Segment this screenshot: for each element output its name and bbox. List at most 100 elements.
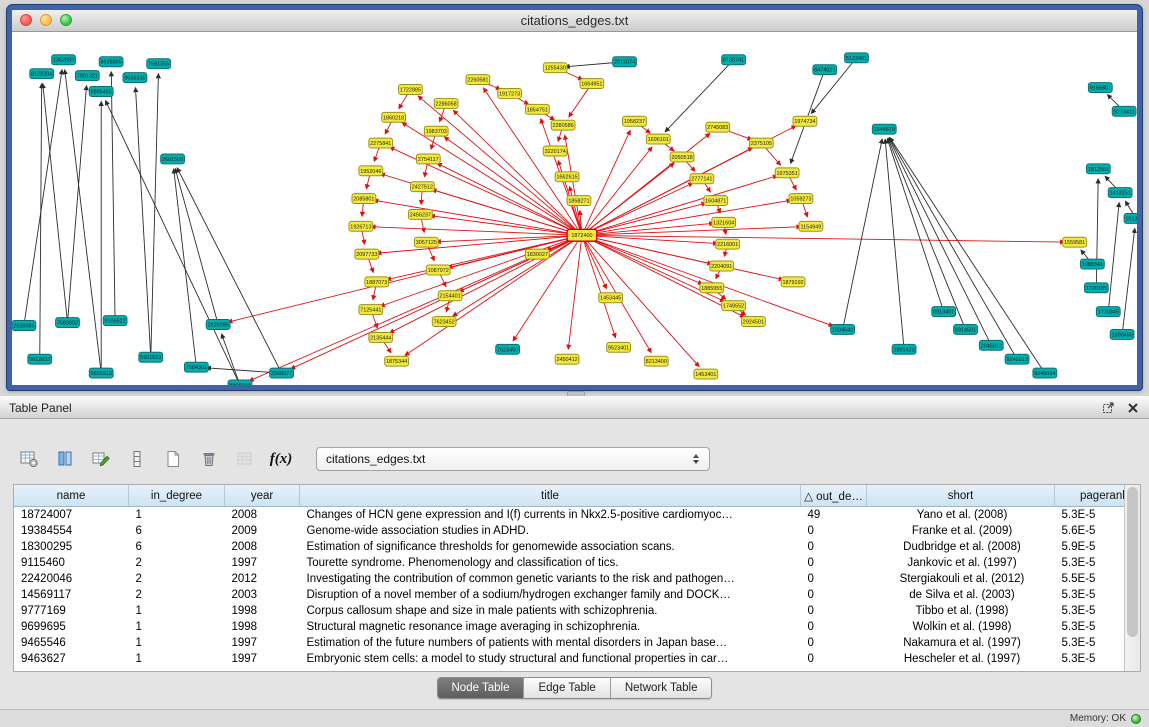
citation-edge-black[interactable]	[43, 84, 68, 323]
graph-node[interactable]: 9012633	[28, 354, 52, 364]
graph-node[interactable]: 8895403	[228, 380, 252, 385]
citation-edge-red[interactable]	[228, 235, 582, 322]
table-mode-icon[interactable]	[14, 445, 44, 473]
graph-node[interactable]: 8474021	[813, 65, 837, 75]
graph-node[interactable]: 1722885	[399, 85, 423, 95]
table-row[interactable]: 1830029562008Estimation of significance …	[14, 539, 1124, 555]
graph-node[interactable]: 9038335	[123, 73, 147, 83]
column-header-name[interactable]: name	[14, 485, 129, 507]
citation-edge-red[interactable]	[582, 235, 783, 279]
graph-node[interactable]: 2427512	[410, 182, 434, 192]
graph-node[interactable]: 2050518	[670, 152, 694, 162]
float-panel-icon[interactable]	[1102, 401, 1115, 414]
table-row[interactable]: 946362711997Embryonic stem cells: a mode…	[14, 651, 1124, 667]
graph-node[interactable]: 2456237	[408, 209, 432, 219]
minimize-button[interactable]	[40, 14, 52, 26]
column-header-in_degree[interactable]: in_degree	[129, 485, 225, 507]
network-window-titlebar[interactable]: citations_edges.txt	[12, 10, 1137, 32]
citation-edge-black[interactable]	[24, 70, 62, 326]
graph-node[interactable]: 7583602	[56, 318, 80, 328]
table-row[interactable]: 1456911722003Disruption of a novel membe…	[14, 587, 1124, 603]
graph-node[interactable]: 5901523	[139, 352, 163, 362]
graph-node[interactable]: 2260581	[466, 75, 490, 85]
close-panel-icon[interactable]	[1127, 402, 1139, 414]
graph-node[interactable]: 1879192	[781, 277, 805, 287]
edit-table-icon[interactable]	[86, 445, 116, 473]
table-row[interactable]: 911546021997Tourette syndrome. Phenomeno…	[14, 555, 1124, 571]
graph-node[interactable]: 7623450	[496, 344, 520, 354]
network-canvas[interactable]: 8128304135288379013218628395903833575813…	[12, 32, 1137, 385]
graph-node[interactable]: 2216001	[716, 239, 740, 249]
graph-node[interactable]: 1664951	[580, 79, 604, 89]
graph-node[interactable]: 1696101	[646, 134, 670, 144]
table-row[interactable]: 977716911998Corpus callosum shape and si…	[14, 603, 1124, 619]
citation-edge-red[interactable]	[582, 227, 801, 236]
graph-node[interactable]: 1770345	[1096, 307, 1120, 317]
graph-node[interactable]: 2154401	[438, 291, 462, 301]
graph-node[interactable]: 2275841	[369, 138, 393, 148]
graph-node[interactable]: 1926713	[349, 221, 373, 231]
delete-column-icon[interactable]	[194, 445, 224, 473]
graph-node[interactable]: 2777141	[690, 174, 714, 184]
graph-node[interactable]: 2745083	[706, 122, 730, 132]
graph-node[interactable]: 1255430	[543, 63, 567, 73]
graph-node[interactable]: 8628395	[99, 57, 123, 67]
citation-edge-black[interactable]	[105, 100, 240, 385]
graph-node[interactable]: 1974734	[793, 116, 817, 126]
graph-node[interactable]: 9273411	[1112, 106, 1136, 116]
graph-node[interactable]: 8914501	[954, 325, 978, 335]
graph-node[interactable]: 1812581	[1086, 164, 1110, 174]
graph-node[interactable]: 1088341	[1081, 259, 1105, 269]
column-header-pagerank[interactable]: pagerank	[1055, 485, 1125, 507]
graph-node[interactable]: 1453401	[694, 369, 718, 379]
graph-node[interactable]: 1321604	[712, 217, 736, 227]
graph-node[interactable]: 1944879	[872, 124, 896, 134]
tab-node-table[interactable]: Node Table	[438, 678, 524, 698]
graph-node[interactable]: 1513456	[1124, 213, 1137, 223]
graph-node[interactable]: 8913401	[932, 307, 956, 317]
graph-node[interactable]: 8213400	[644, 356, 668, 366]
graph-node[interactable]: 1604871	[704, 196, 728, 206]
tab-network-table[interactable]: Network Table	[610, 678, 712, 698]
graph-node[interactable]: 2280586	[551, 120, 575, 130]
scrollbar-thumb[interactable]	[1127, 487, 1138, 637]
graph-node[interactable]: 8130741	[722, 55, 746, 65]
citation-edge-black[interactable]	[177, 168, 282, 373]
citation-edge-red[interactable]	[582, 235, 703, 284]
citation-edge-red[interactable]	[582, 235, 616, 338]
import-table-icon[interactable]	[230, 445, 260, 473]
column-header-year[interactable]: year	[225, 485, 300, 507]
graph-node[interactable]: 1885955	[700, 283, 724, 293]
graph-node[interactable]: 7684301	[184, 362, 208, 372]
citation-edge-red[interactable]	[582, 200, 791, 235]
citation-edge-black[interactable]	[135, 88, 150, 358]
graph-node[interactable]: 2286058	[434, 98, 458, 108]
graph-node[interactable]: 1975351	[775, 168, 799, 178]
graph-node[interactable]: 1917273	[498, 89, 522, 99]
table-row[interactable]: 2242004622012Investigating the contribut…	[14, 571, 1124, 587]
citation-edge-black[interactable]	[887, 139, 943, 312]
graph-node[interactable]: 2204091	[710, 261, 734, 271]
citation-edge-red[interactable]	[453, 235, 582, 316]
function-builder-icon[interactable]: f(x)	[266, 445, 296, 473]
graph-node[interactable]: 2135444	[369, 332, 393, 342]
graph-node[interactable]: 1854751	[525, 104, 549, 114]
citation-edge-red[interactable]	[582, 203, 706, 235]
graph-node[interactable]: 1983703	[424, 126, 448, 136]
graph-node[interactable]: 1559581	[1063, 237, 1087, 247]
graph-node[interactable]: 2375105	[749, 138, 773, 148]
graph-hub-node[interactable]: 1872400	[567, 229, 597, 241]
citation-edge-red[interactable]	[380, 235, 582, 306]
graph-node[interactable]: 3220174	[543, 146, 567, 156]
citation-edge-black[interactable]	[1122, 228, 1135, 334]
graph-node[interactable]: 1830027	[525, 249, 549, 259]
citation-edge-black[interactable]	[68, 86, 87, 323]
graph-node[interactable]: 1087972	[426, 265, 450, 275]
citation-edge-black[interactable]	[843, 139, 883, 330]
citation-edge-black[interactable]	[175, 168, 218, 324]
graph-node[interactable]: 2097733	[355, 249, 379, 259]
citation-edge-black[interactable]	[1096, 179, 1098, 288]
citation-edge-black[interactable]	[151, 74, 159, 358]
graph-node[interactable]: 3057125	[414, 237, 438, 247]
graph-node[interactable]: 1887073	[365, 277, 389, 287]
